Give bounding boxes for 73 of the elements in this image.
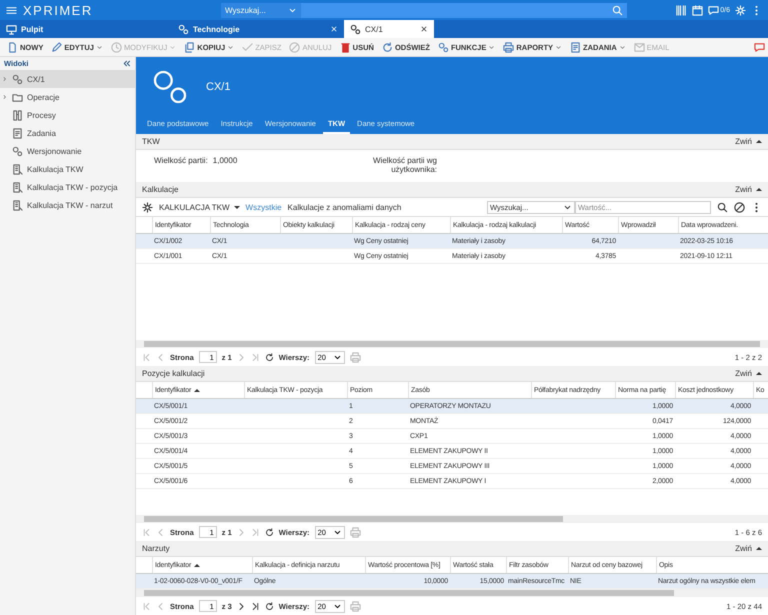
collapse-button[interactable]: Zwiń — [735, 185, 762, 194]
section-title: TKW — [142, 137, 160, 146]
tab-label: Pulpit — [21, 24, 44, 34]
gears-icon — [12, 146, 23, 156]
field-value: 1,0000 — [212, 156, 238, 168]
search-field[interactable] — [301, 2, 627, 18]
gears-icon — [438, 42, 449, 52]
pencil-icon — [51, 42, 62, 52]
trash-icon — [340, 42, 351, 52]
next-page-icon[interactable] — [236, 602, 246, 610]
logo: XPRIMER — [23, 2, 94, 18]
gears-icon — [350, 24, 361, 34]
refresh-icon[interactable] — [264, 602, 274, 610]
menu-icon[interactable] — [6, 4, 17, 16]
cancel-icon — [289, 42, 300, 52]
collapse-button[interactable]: Zwiń — [735, 369, 762, 378]
mail-icon — [634, 42, 645, 52]
sidebar-item[interactable]: CX/1 — [0, 70, 135, 88]
collapse-button[interactable]: Zwiń — [735, 544, 762, 553]
settings-icon[interactable] — [142, 202, 153, 213]
check-icon — [242, 42, 254, 52]
printer-icon — [503, 42, 514, 52]
cancel-icon[interactable] — [734, 202, 745, 213]
gears-icon — [178, 24, 189, 34]
horizontal-scrollbar[interactable] — [136, 515, 768, 523]
section-title: Narzuty — [142, 544, 170, 553]
refresh-icon[interactable] — [264, 528, 274, 536]
tab-label: Technologie — [193, 24, 240, 34]
last-page-icon[interactable] — [250, 602, 260, 610]
field-label: Wielkość partii wg użytkownika: — [372, 156, 437, 176]
clock-icon — [110, 42, 122, 52]
refresh-icon — [382, 42, 393, 52]
barcode-icon[interactable] — [676, 4, 688, 16]
horizontal-scrollbar[interactable] — [136, 340, 768, 348]
calculator-icon — [12, 164, 23, 174]
search-scope-dropdown[interactable]: Wyszukaj... — [221, 2, 301, 18]
chat-icon[interactable] — [708, 4, 720, 16]
close-icon[interactable] — [420, 25, 428, 33]
tab[interactable]: Pulpit — [0, 20, 172, 38]
gears-icon — [12, 74, 23, 84]
section-title: Pozycje kalkulacji — [142, 369, 205, 378]
folder-icon — [12, 92, 23, 102]
view-dropdown[interactable]: KALKULACJA TKW — [159, 202, 240, 212]
copy-icon — [184, 42, 196, 52]
refresh-icon[interactable] — [264, 352, 274, 362]
sidebar-item[interactable]: Wersjonowanie — [0, 142, 135, 160]
tab[interactable]: CX/1 — [344, 20, 434, 38]
monitor-icon — [6, 24, 17, 34]
record-title: CX/1 — [206, 80, 230, 93]
tab-label: CX/1 — [365, 24, 383, 34]
sidebar-item[interactable]: Operacje — [0, 88, 135, 106]
collapse-button[interactable]: Zwiń — [735, 137, 762, 146]
tab[interactable]: Technologie — [172, 20, 344, 38]
search-icon[interactable] — [717, 202, 728, 213]
sidebar-item[interactable]: Procesy — [0, 106, 135, 124]
calendar-icon[interactable] — [692, 4, 704, 16]
filter-link[interactable]: Wszystkie — [246, 202, 282, 212]
filter-link[interactable]: Kalkulacje z anomaliami danych — [288, 202, 402, 212]
clipboard-icon — [570, 42, 582, 52]
calculator-icon — [12, 200, 23, 210]
comment-icon[interactable] — [754, 42, 765, 52]
section-title: Kalkulacje — [142, 185, 178, 194]
columns-icon — [12, 110, 23, 120]
sidebar-item[interactable]: Zadania — [0, 124, 135, 142]
sidebar-item[interactable]: Kalkulacja TKW - narzut — [0, 196, 135, 214]
clipboard-icon — [12, 128, 23, 138]
horizontal-scrollbar[interactable] — [136, 589, 768, 597]
collapse-icon[interactable] — [122, 59, 131, 68]
document-icon — [7, 42, 18, 52]
sidebar-item[interactable]: Kalkulacja TKW - pozycja — [0, 178, 135, 196]
field-label: Wielkość partii: — [154, 156, 208, 168]
calculator-icon — [12, 182, 23, 192]
sidebar-item[interactable]: Kalkulacja TKW — [0, 160, 135, 178]
